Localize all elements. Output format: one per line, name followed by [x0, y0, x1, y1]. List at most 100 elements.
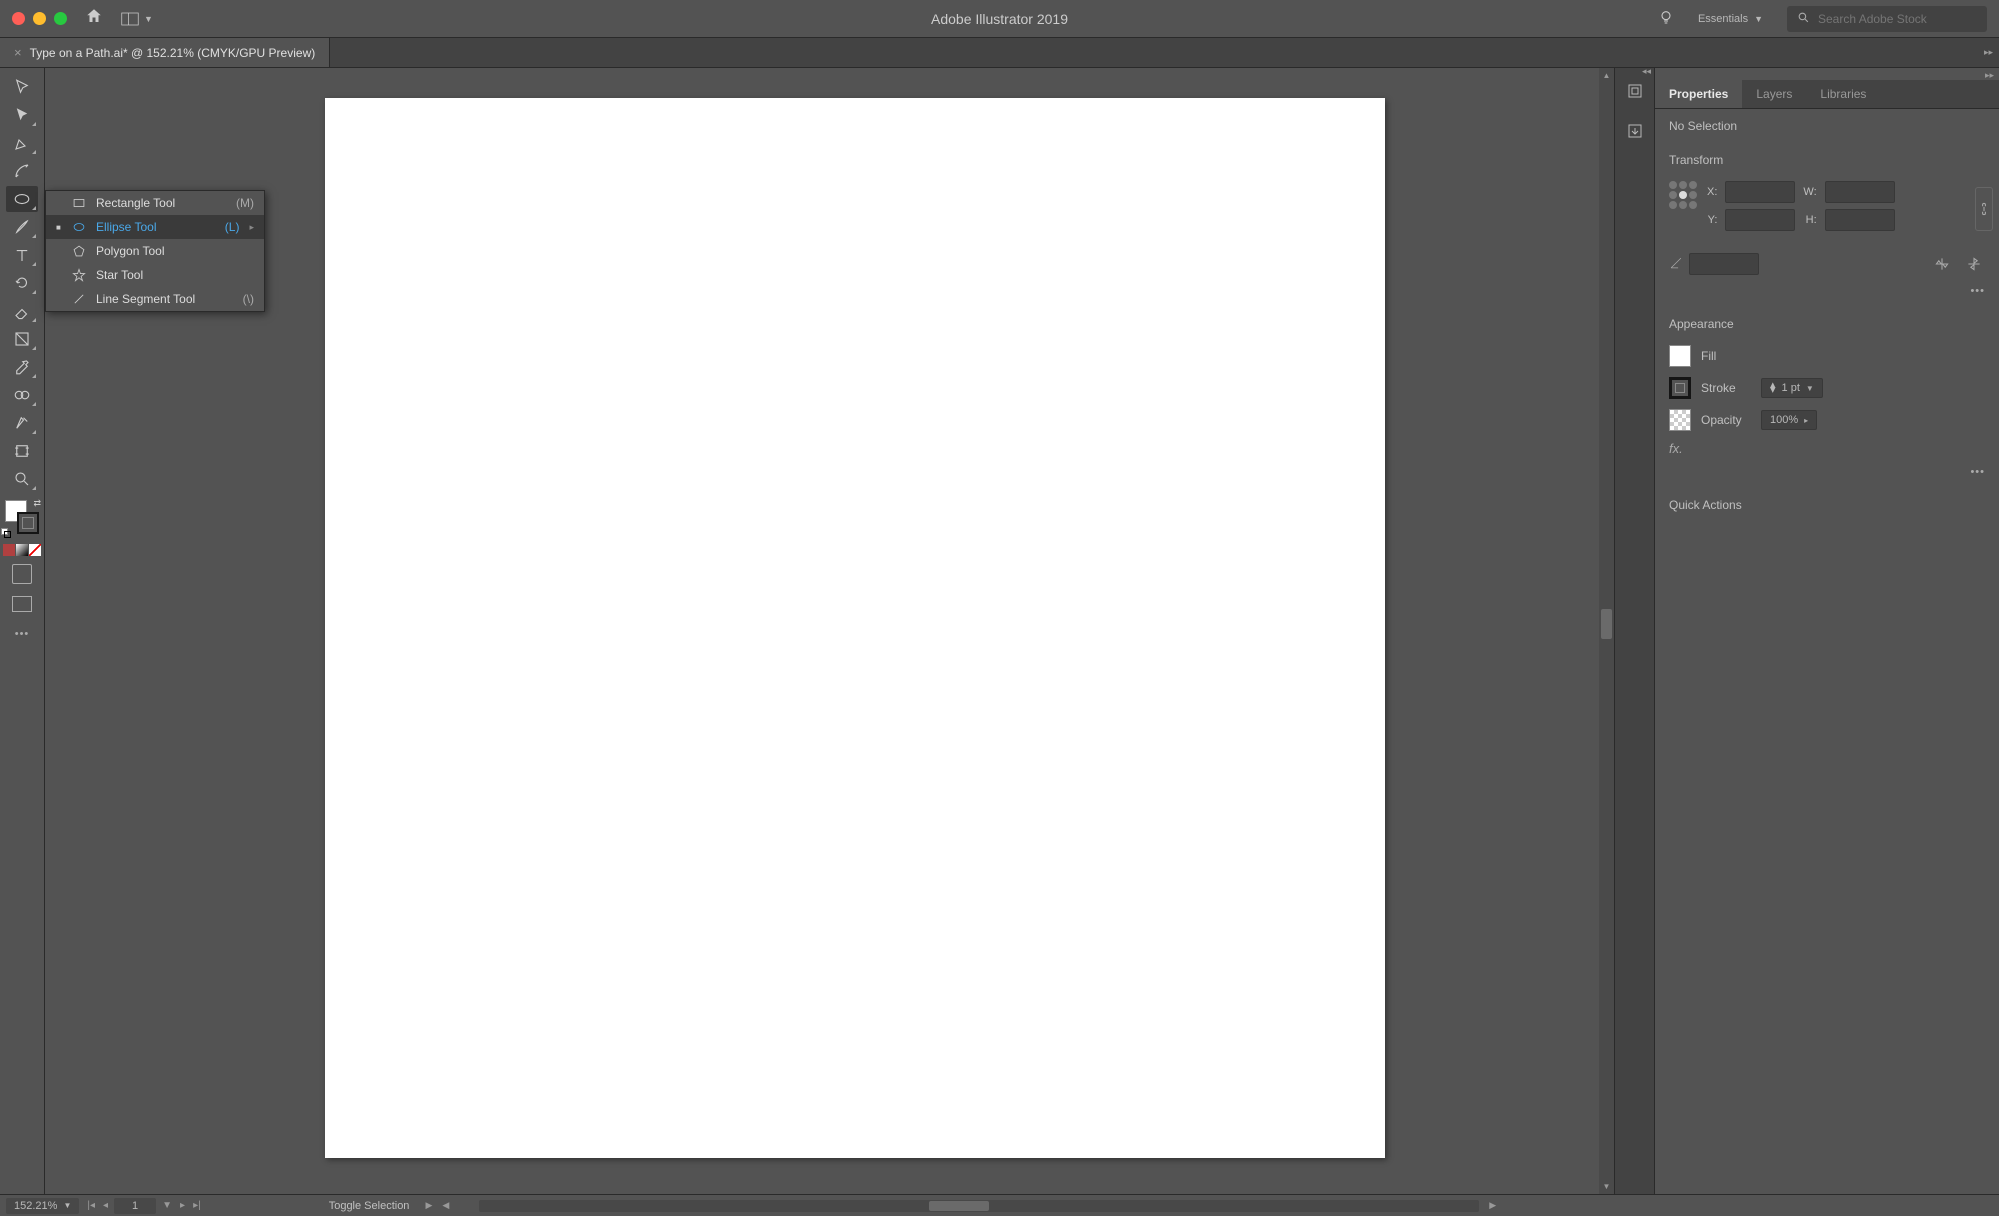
scroll-up-icon[interactable]: ▲: [1599, 68, 1614, 83]
properties-panel-group: ▸▸ Properties Layers Libraries No Select…: [1654, 68, 1999, 1194]
stroke-weight-input[interactable]: ▴▾ 1 pt ▼: [1761, 378, 1823, 398]
horizontal-scrollbar[interactable]: [479, 1200, 1479, 1212]
link-width-height-button[interactable]: [1975, 187, 1993, 231]
window-traffic-lights: [12, 12, 67, 25]
x-input[interactable]: [1725, 181, 1795, 203]
flyout-star-tool[interactable]: Star Tool: [46, 263, 264, 287]
artboard-tool[interactable]: [6, 438, 38, 464]
last-artboard-button[interactable]: ▸|: [191, 1200, 203, 1211]
curvature-tool[interactable]: [6, 158, 38, 184]
shape-tool[interactable]: [6, 186, 38, 212]
vertical-scrollbar[interactable]: ▲ ▼: [1599, 68, 1614, 1194]
y-input[interactable]: [1725, 209, 1795, 231]
workspace-switcher[interactable]: Essentials ▼: [1690, 9, 1771, 29]
stroke-swatch[interactable]: [17, 512, 39, 534]
flip-vertical-button[interactable]: [1963, 253, 1985, 275]
properties-tab[interactable]: Properties: [1655, 80, 1742, 108]
chevron-down-icon: ▼: [1806, 384, 1814, 393]
quick-actions-title: Quick Actions: [1669, 498, 1985, 512]
type-tool[interactable]: [6, 242, 38, 268]
opacity-input[interactable]: 100% ▸: [1761, 410, 1817, 430]
artboard-number-input[interactable]: 1: [114, 1198, 156, 1214]
asset-export-dock-icon[interactable]: [1622, 118, 1648, 144]
eyedropper-tool[interactable]: [6, 354, 38, 380]
scroll-left-icon[interactable]: ◀: [438, 1200, 453, 1211]
home-icon[interactable]: [85, 7, 103, 30]
arrange-documents-button[interactable]: ▼: [121, 12, 153, 26]
collapse-tabs-icon[interactable]: ▸▸: [1984, 47, 1993, 58]
libraries-dock-icon[interactable]: [1622, 78, 1648, 104]
paintbrush-tool[interactable]: [6, 214, 38, 240]
transform-more-options[interactable]: •••: [1970, 285, 1985, 297]
next-artboard-button[interactable]: ▸: [178, 1200, 187, 1211]
flyout-ellipse-tool[interactable]: ■ Ellipse Tool (L) ▸: [46, 215, 264, 239]
flyout-rectangle-tool[interactable]: Rectangle Tool (M): [46, 191, 264, 215]
stroke-label: Stroke: [1701, 381, 1751, 395]
blend-tool[interactable]: [6, 382, 38, 408]
default-colors-icon[interactable]: [1, 528, 11, 538]
status-display[interactable]: Toggle Selection: [329, 1200, 410, 1212]
effects-icon[interactable]: fx.: [1669, 441, 1683, 456]
h-input[interactable]: [1825, 209, 1895, 231]
stroke-color-swatch[interactable]: [1669, 377, 1691, 399]
prev-artboard-button[interactable]: ◂: [101, 1200, 110, 1211]
w-input[interactable]: [1825, 181, 1895, 203]
transform-controls: X: W: Y: H:: [1669, 181, 1985, 231]
expand-dock-icon[interactable]: ◂◂: [1642, 66, 1651, 77]
layers-tab[interactable]: Layers: [1742, 80, 1806, 108]
edit-toolbar-button[interactable]: •••: [15, 628, 30, 640]
direct-selection-tool[interactable]: [6, 102, 38, 128]
search-stock-input[interactable]: [1818, 12, 1977, 26]
window-close-button[interactable]: [12, 12, 25, 25]
first-artboard-button[interactable]: |◂: [85, 1200, 97, 1211]
scroll-right-icon[interactable]: ▶: [1485, 1200, 1500, 1211]
document-tab[interactable]: × Type on a Path.ai* @ 152.21% (CMYK/GPU…: [0, 38, 330, 67]
close-tab-icon[interactable]: ×: [14, 45, 22, 60]
appearance-more-options[interactable]: •••: [1970, 466, 1985, 478]
color-mode-none[interactable]: [29, 544, 41, 556]
fill-color-swatch[interactable]: [1669, 345, 1691, 367]
reference-point-selector[interactable]: [1669, 181, 1697, 209]
libraries-tab[interactable]: Libraries: [1806, 80, 1880, 108]
draw-mode-button[interactable]: [12, 564, 32, 584]
artboard[interactable]: [325, 98, 1385, 1158]
titlebar: ▼ Adobe Illustrator 2019 Essentials ▼: [0, 0, 1999, 38]
gradient-tool[interactable]: [6, 326, 38, 352]
eraser-tool[interactable]: [6, 298, 38, 324]
selection-tool[interactable]: [6, 74, 38, 100]
color-mode-gradient[interactable]: [16, 544, 28, 556]
opacity-label: Opacity: [1701, 413, 1751, 427]
rotate-input[interactable]: [1689, 253, 1759, 275]
flyout-polygon-tool[interactable]: Polygon Tool: [46, 239, 264, 263]
symbol-sprayer-tool[interactable]: [6, 410, 38, 436]
learn-bulb-icon[interactable]: [1658, 9, 1674, 29]
flyout-line-tool[interactable]: Line Segment Tool (\): [46, 287, 264, 311]
color-controls[interactable]: ⇄: [5, 500, 39, 534]
color-mode-solid[interactable]: [3, 544, 15, 556]
statusbar: 152.21% ▼ |◂ ◂ 1 ▼ ▸ ▸| Toggle Selection…: [0, 1194, 1999, 1216]
window-minimize-button[interactable]: [33, 12, 46, 25]
rotate-tool[interactable]: [6, 270, 38, 296]
color-mode-row: [3, 544, 41, 556]
h-label: H:: [1803, 214, 1816, 226]
zoom-level-selector[interactable]: 152.21% ▼: [6, 1198, 79, 1214]
artboard-dropdown[interactable]: ▼: [160, 1200, 174, 1211]
artboard-navigation: |◂ ◂ 1 ▼ ▸ ▸|: [85, 1198, 202, 1214]
opacity-swatch[interactable]: [1669, 409, 1691, 431]
search-stock-field[interactable]: [1787, 6, 1987, 32]
window-maximize-button[interactable]: [54, 12, 67, 25]
swap-colors-icon[interactable]: ⇄: [33, 498, 41, 509]
flip-horizontal-button[interactable]: [1931, 253, 1953, 275]
collapse-panels-icon[interactable]: ▸▸: [1985, 70, 1994, 81]
transform-section-title: Transform: [1669, 153, 1985, 167]
scroll-down-icon[interactable]: ▼: [1599, 1179, 1614, 1194]
scroll-thumb[interactable]: [1601, 609, 1612, 639]
dock-column: ◂◂: [1614, 68, 1654, 1194]
scroll-thumb[interactable]: [929, 1201, 989, 1211]
pen-tool[interactable]: [6, 130, 38, 156]
zoom-tool[interactable]: [6, 466, 38, 492]
canvas-area[interactable]: ▲ ▼: [45, 68, 1614, 1194]
shape-tool-flyout: Rectangle Tool (M) ■ Ellipse Tool (L) ▸ …: [45, 190, 265, 312]
status-menu-icon[interactable]: ▶: [425, 1200, 432, 1211]
screen-mode-button[interactable]: [12, 596, 32, 612]
